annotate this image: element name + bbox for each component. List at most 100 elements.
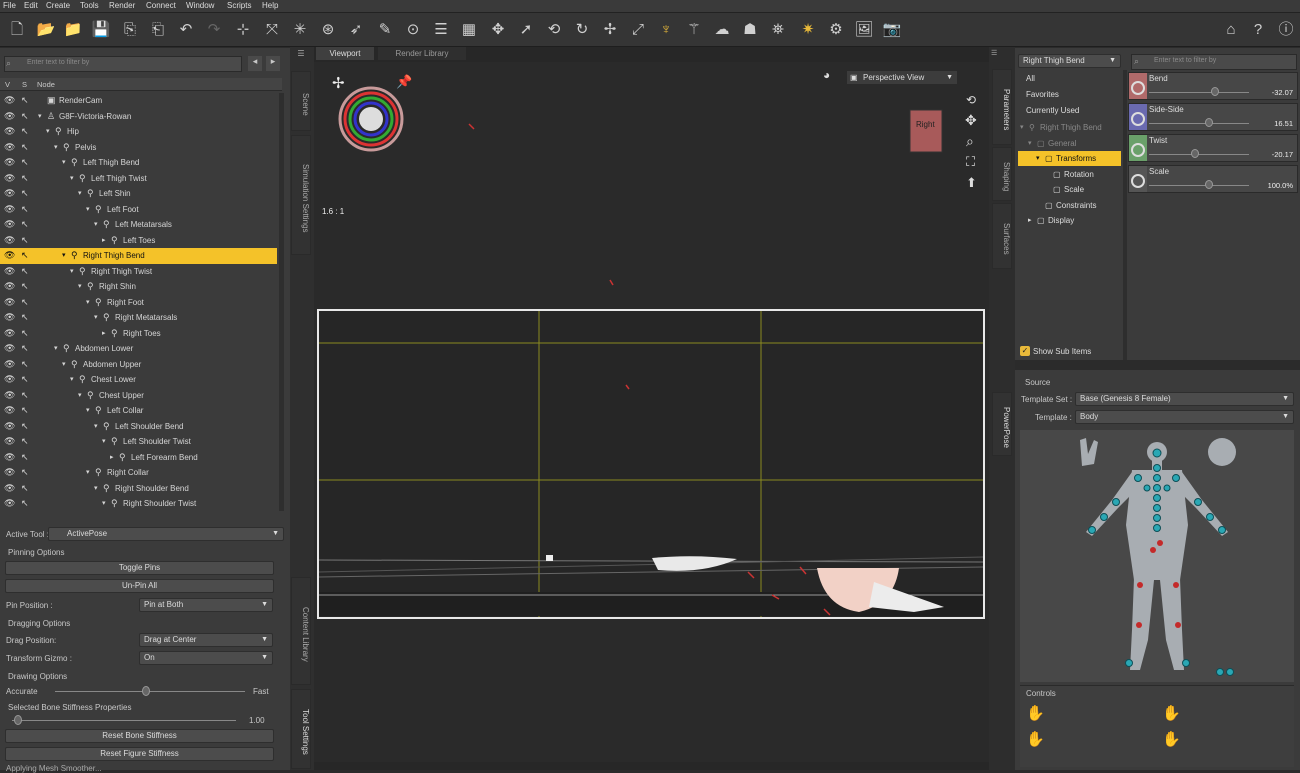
- rotate-tool-icon[interactable]: ↻: [572, 20, 592, 40]
- select-cursor-icon[interactable]: ↖: [21, 328, 29, 339]
- template-set-select[interactable]: Base (Genesis 8 Female) ▼: [1075, 392, 1294, 406]
- eye-icon[interactable]: 👁: [4, 142, 15, 153]
- eye-icon[interactable]: 👁: [4, 266, 15, 277]
- expand-arrow-icon[interactable]: ▾: [46, 127, 50, 135]
- hand-control-icon[interactable]: ✋: [1026, 704, 1045, 722]
- forward-arrow-icon[interactable]: ▸: [266, 56, 280, 71]
- tree-row[interactable]: 👁 ↖ ▾ ⚲ Right Collar: [0, 465, 277, 481]
- expand-arrow-icon[interactable]: ▾: [78, 189, 82, 197]
- view-select[interactable]: ▣ Perspective View ▼: [846, 70, 958, 85]
- camera-icon[interactable]: 📷: [882, 20, 902, 40]
- expand-arrow-icon[interactable]: ▾: [62, 360, 66, 368]
- select-cursor-icon[interactable]: ↖: [21, 266, 29, 277]
- back-arrow-icon[interactable]: ◂: [248, 56, 262, 71]
- eye-icon[interactable]: 👁: [4, 436, 15, 447]
- eye-icon[interactable]: 👁: [4, 312, 15, 323]
- expand-arrow-icon[interactable]: ▾: [62, 158, 66, 166]
- stiffness-slider-knob[interactable]: [14, 715, 22, 725]
- param-slider[interactable]: Bend -32.07: [1128, 72, 1298, 100]
- expand-arrow-icon[interactable]: ▾: [1028, 136, 1032, 151]
- select-cursor-icon[interactable]: ↖: [21, 188, 29, 199]
- hand-control-icon[interactable]: ✋: [1162, 704, 1181, 722]
- tree-row[interactable]: 👁 ↖ ▾ ⚲ Pelvis: [0, 140, 277, 156]
- param-tree-row[interactable]: ▢ Rotation: [1018, 167, 1121, 182]
- eye-icon[interactable]: 👁: [4, 374, 15, 385]
- eye-icon[interactable]: 👁: [4, 126, 15, 137]
- tree-row[interactable]: 👁 ↖ ▾ ⚲ Chest Lower: [0, 372, 277, 388]
- tree-row[interactable]: 👁 ↖ ▸ ⚲ Left Toes: [0, 233, 277, 249]
- translate-gizmo-icon[interactable]: ✥: [488, 20, 508, 40]
- expand-arrow-icon[interactable]: ▾: [102, 499, 106, 507]
- tab-powerpose[interactable]: PowerPose: [992, 392, 1012, 456]
- tree-row[interactable]: 👁 ↖ ▾ ⚲ Hip: [0, 124, 277, 140]
- unpin-all-button[interactable]: Un-Pin All: [5, 579, 274, 593]
- expand-arrow-icon[interactable]: ▾: [94, 484, 98, 492]
- expand-arrow-icon[interactable]: ▾: [94, 422, 98, 430]
- tab-content-library[interactable]: Content Library: [291, 577, 311, 685]
- select-cursor-icon[interactable]: ↖: [21, 111, 29, 122]
- tab-shaping[interactable]: Shaping: [992, 147, 1012, 201]
- joint-editor-icon[interactable]: ⊛: [318, 20, 338, 40]
- tab-surfaces[interactable]: Surfaces: [992, 203, 1012, 269]
- eye-icon[interactable]: 👁: [4, 390, 15, 401]
- eye-icon[interactable]: 👁: [4, 498, 15, 509]
- transform-gizmo-select[interactable]: On ▼: [139, 651, 273, 665]
- param-tree-row[interactable]: ▢ Constraints: [1018, 198, 1121, 213]
- eye-icon[interactable]: 👁: [4, 281, 15, 292]
- expand-arrow-icon[interactable]: ▾: [86, 468, 90, 476]
- tree-row[interactable]: 👁 ↖ ▾ ⚲ Left Shoulder Twist: [0, 434, 277, 450]
- select-cursor-icon[interactable]: ↖: [21, 436, 29, 447]
- frame-icon[interactable]: ⛶: [966, 154, 975, 170]
- expand-arrow-icon[interactable]: ▸: [110, 453, 114, 461]
- tree-row[interactable]: 👁 ↖ ▾ ⚲ Right Thigh Bend: [0, 248, 277, 264]
- select-cursor-icon[interactable]: ↖: [21, 483, 29, 494]
- tree-row[interactable]: 👁 ↖ ▾ ⚲ Left Thigh Bend: [0, 155, 277, 171]
- drag-position-select[interactable]: Drag at Center ▼: [139, 633, 273, 647]
- tree-row[interactable]: 👁 ↖ ▾ ⚲ Left Metatarsals: [0, 217, 277, 233]
- camera-orbit-icon[interactable]: ⟲: [966, 93, 976, 107]
- select-cursor-icon[interactable]: ↖: [21, 359, 29, 370]
- menu-connect[interactable]: Connect: [146, 1, 176, 10]
- eye-icon[interactable]: 👁: [4, 235, 15, 246]
- select-cursor-icon[interactable]: ↖: [21, 467, 29, 478]
- select-arrow-icon[interactable]: ➚: [516, 20, 536, 40]
- slider-value[interactable]: 16.51: [1274, 119, 1293, 128]
- active-tool-select[interactable]: ActivePose ▼: [48, 527, 284, 541]
- align-icon[interactable]: ☰: [431, 20, 451, 40]
- stiffness-slider-track[interactable]: [12, 720, 236, 721]
- tree-row[interactable]: 👁 ↖ ▾ ⚲ Left Thigh Twist: [0, 171, 277, 187]
- tab-simulation-settings[interactable]: Simulation Settings: [291, 135, 311, 255]
- tree-row[interactable]: 👁 ↖ ▾ ⚲ Right Metatarsals: [0, 310, 277, 326]
- help-icon[interactable]: ?: [1248, 20, 1268, 40]
- col-visible[interactable]: V: [5, 80, 10, 89]
- select-cursor-icon[interactable]: ↖: [21, 452, 29, 463]
- open-recent-icon[interactable]: 📁: [63, 20, 83, 40]
- slider-track[interactable]: [1149, 154, 1249, 155]
- info-icon[interactable]: ⓘ: [1276, 20, 1296, 40]
- menu-help[interactable]: Help: [262, 1, 278, 10]
- tab-render-library[interactable]: Render Library: [378, 47, 466, 60]
- universal-tool-icon[interactable]: ⤧: [262, 20, 282, 40]
- list-currently-used[interactable]: Currently Used: [1018, 104, 1121, 118]
- eye-icon[interactable]: 👁: [4, 250, 15, 261]
- expand-arrow-icon[interactable]: ▾: [78, 282, 82, 290]
- slider-knob[interactable]: [1211, 87, 1219, 96]
- expand-arrow-icon[interactable]: ▾: [78, 391, 82, 399]
- select-cursor-icon[interactable]: ↖: [21, 281, 29, 292]
- select-cursor-icon[interactable]: ↖: [21, 421, 29, 432]
- tree-row[interactable]: 👁 ↖ ▾ ⚲ Right Foot: [0, 295, 277, 311]
- slider-value[interactable]: 100.0%: [1268, 181, 1293, 190]
- slider-knob[interactable]: [1191, 149, 1199, 158]
- list-all[interactable]: All: [1018, 72, 1121, 86]
- tree-row[interactable]: 👁 ↖ ▾ ⚲ Left Foot: [0, 202, 277, 218]
- tree-row[interactable]: 👁 ↖ ▾ ⚲ Right Shoulder Bend: [0, 481, 277, 497]
- select-cursor-icon[interactable]: ↖: [21, 126, 29, 137]
- param-tree-row[interactable]: ▢ Scale: [1018, 182, 1121, 197]
- param-slider[interactable]: Twist -20.17: [1128, 134, 1298, 162]
- tree-row[interactable]: 👁 ↖ ▾ ⚲ Left Shoulder Bend: [0, 419, 277, 435]
- pin-icon[interactable]: 📌: [396, 74, 412, 90]
- param-tree-row[interactable]: ▾ ⚲ Right Thigh Bend: [1018, 120, 1121, 135]
- tree-row[interactable]: 👁 ↖ ▾ ⚲ Abdomen Upper: [0, 357, 277, 373]
- expand-arrow-icon[interactable]: ▸: [1028, 213, 1032, 228]
- accuracy-slider-track[interactable]: [55, 691, 245, 692]
